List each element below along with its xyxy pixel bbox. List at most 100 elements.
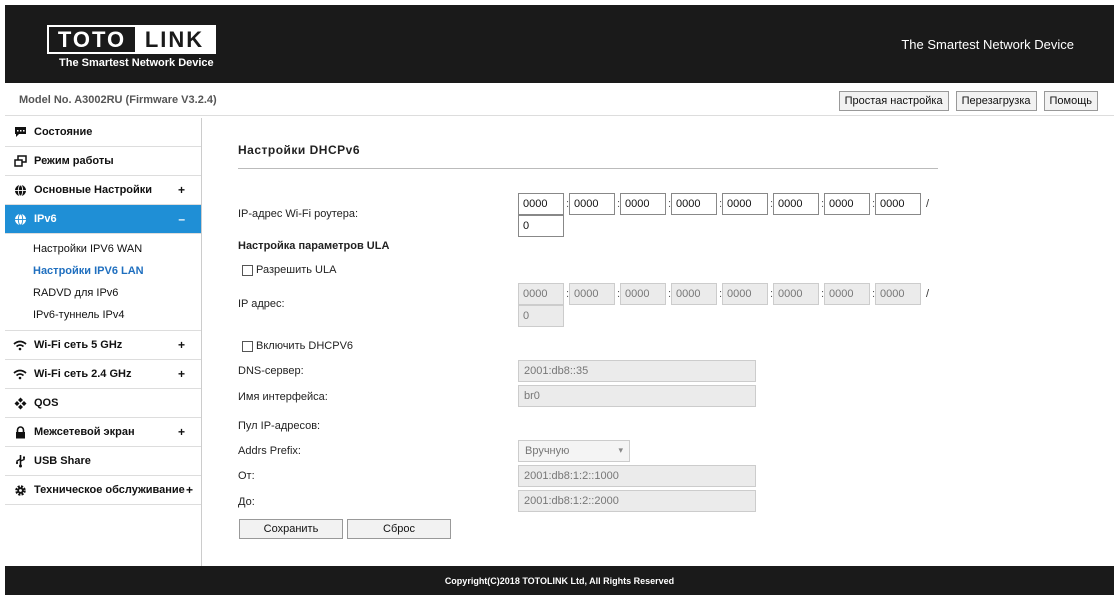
submenu-ipv6-lan[interactable]: Настройки IPV6 LAN <box>5 260 201 282</box>
expand-icon: + <box>185 483 193 497</box>
router-ip-field-5[interactable] <box>722 193 768 215</box>
sidebar-item-ipv6[interactable]: IPv6 – <box>5 205 201 234</box>
help-button[interactable]: Помощь <box>1043 91 1098 111</box>
router-ip-field-6[interactable] <box>773 193 819 215</box>
addrs-prefix-label: Addrs Prefix: <box>238 445 301 457</box>
ula-ip-prefix-field[interactable] <box>518 305 564 327</box>
sidebar-item-qos[interactable]: QOS <box>5 389 201 418</box>
dns-server-label: DNS-сервер: <box>238 365 304 377</box>
router-ip-label: IP-адрес Wi-Fi роутера: <box>238 208 359 220</box>
router-ip-field-8[interactable] <box>875 193 921 215</box>
sidebar-item-wifi-24ghz[interactable]: Wi-Fi сеть 2.4 GHz + <box>5 360 201 389</box>
usb-icon <box>13 454 27 468</box>
enable-dhcpv6-label: Включить DHCPV6 <box>256 340 354 352</box>
sidebar-item-mode[interactable]: Режим работы <box>5 147 201 176</box>
sidebar-item-wifi-5ghz[interactable]: Wi-Fi сеть 5 GHz + <box>5 331 201 360</box>
sidebar-item-label: QOS <box>34 397 59 409</box>
ipv6-submenu: Настройки IPV6 WAN Настройки IPV6 LAN RA… <box>5 234 201 331</box>
checkbox-box[interactable] <box>242 264 253 276</box>
collapse-icon: – <box>178 212 185 226</box>
sidebar-item-label: Состояние <box>34 126 93 138</box>
header-tagline: The Smartest Network Device <box>901 37 1074 52</box>
lock-icon <box>13 425 27 439</box>
submenu-ipv6-tunnel[interactable]: IPv6-туннель IPv4 <box>5 304 201 326</box>
submenu-radvd[interactable]: RADVD для IPv6 <box>5 282 201 304</box>
addrs-prefix-select[interactable]: Вручную ▾ <box>518 440 630 462</box>
interface-name-label: Имя интерфейса: <box>238 391 328 403</box>
addrs-prefix-value: Вручную <box>525 445 570 457</box>
ula-ip-field-7[interactable] <box>824 283 870 305</box>
sidebar-item-label: Основные Настройки <box>34 184 153 196</box>
router-ip-field-2[interactable] <box>569 193 615 215</box>
sidebar-item-label: Wi-Fi сеть 5 GHz <box>34 339 123 351</box>
slash-separator: / <box>926 198 930 210</box>
main-content: Настройки DHCPv6 IP-адрес Wi-Fi роутера:… <box>238 118 938 566</box>
enable-ula-label: Разрешить ULA <box>256 264 337 276</box>
sidebar-item-label: Межсетевой экран <box>34 426 135 438</box>
interface-name-input[interactable] <box>518 385 756 407</box>
router-ip-field-4[interactable] <box>671 193 717 215</box>
expand-icon: + <box>177 425 185 439</box>
slash-separator: / <box>926 288 930 300</box>
globe-icon <box>13 212 27 226</box>
router-ip-prefix-field[interactable] <box>518 215 564 237</box>
wifi-icon <box>13 338 27 352</box>
top-buttons: Простая настройка Перезагрузка Помощь <box>838 91 1098 111</box>
gear-icon <box>13 483 27 497</box>
ula-ip-field-3[interactable] <box>620 283 666 305</box>
sidebar-item-firewall[interactable]: Межсетевой экран + <box>5 418 201 447</box>
expand-icon: + <box>177 338 185 352</box>
ula-ip-field-6[interactable] <box>773 283 819 305</box>
ula-ip-field-4[interactable] <box>671 283 717 305</box>
page-title: Настройки DHCPv6 <box>238 143 360 157</box>
footer: Copyright(C)2018 TOTOLINK Ltd, All Right… <box>5 566 1114 595</box>
ip-address-label: IP адрес: <box>238 298 285 310</box>
sidebar-item-usb-share[interactable]: USB Share <box>5 447 201 476</box>
sidebar-item-basic-settings[interactable]: Основные Настройки + <box>5 176 201 205</box>
logo-right-text: LINK <box>135 27 214 52</box>
ula-ip-field-2[interactable] <box>569 283 615 305</box>
enable-ula-checkbox[interactable]: Разрешить ULA <box>242 264 336 276</box>
reboot-button[interactable]: Перезагрузка <box>955 91 1037 111</box>
title-divider <box>238 168 938 169</box>
submenu-ipv6-wan[interactable]: Настройки IPV6 WAN <box>5 238 201 260</box>
totolink-logo: TOTO LINK <box>47 25 216 54</box>
sidebar-item-status[interactable]: Состояние <box>5 118 201 147</box>
header: TOTO LINK The Smartest Network Device Th… <box>5 5 1114 83</box>
model-bar: Model No. A3002RU (Firmware V3.2.4) Прос… <box>5 83 1114 116</box>
pool-to-input[interactable] <box>518 490 756 512</box>
logo-subtitle: The Smartest Network Device <box>59 57 214 69</box>
chevron-down-icon: ▾ <box>618 445 623 455</box>
reset-button[interactable]: Сброс <box>347 519 451 539</box>
expand-icon: + <box>177 367 185 381</box>
logo-left-text: TOTO <box>57 26 127 52</box>
copyright-text: Copyright(C)2018 TOTOLINK Ltd, All Right… <box>444 575 675 586</box>
ula-ip-field-5[interactable] <box>722 283 768 305</box>
dns-server-input[interactable] <box>518 360 756 382</box>
from-label: От: <box>238 470 255 482</box>
to-label: До: <box>238 496 255 508</box>
pool-from-input[interactable] <box>518 465 756 487</box>
save-button[interactable]: Сохранить <box>239 519 343 539</box>
wifi-icon <box>13 367 27 381</box>
router-ip-field-3[interactable] <box>620 193 666 215</box>
windows-icon <box>13 154 27 168</box>
router-ip-field-7[interactable] <box>824 193 870 215</box>
sidebar-item-label: IPv6 <box>34 213 57 225</box>
expand-icon: + <box>177 183 185 197</box>
model-number: Model No. A3002RU (Firmware V3.2.4) <box>19 94 217 106</box>
checkbox-box[interactable] <box>242 340 253 352</box>
enable-dhcpv6-checkbox[interactable]: Включить DHCPV6 <box>242 340 353 352</box>
quick-setup-button[interactable]: Простая настройка <box>838 91 949 111</box>
ula-ip-field-1[interactable] <box>518 283 564 305</box>
router-admin-window: TOTO LINK The Smartest Network Device Th… <box>5 5 1114 595</box>
sidebar-item-label: Техническое обслуживание <box>34 484 185 496</box>
ula-ip-field-8[interactable] <box>875 283 921 305</box>
ula-section-label: Настройка параметров ULA <box>238 240 390 252</box>
sidebar-item-maintenance[interactable]: Техническое обслуживание + <box>5 476 201 505</box>
sidebar: Состояние Режим работы Основные Настройк… <box>5 118 202 566</box>
chat-icon <box>13 125 27 139</box>
qos-icon <box>13 396 27 410</box>
router-ip-field-1[interactable] <box>518 193 564 215</box>
globe-icon <box>13 183 27 197</box>
